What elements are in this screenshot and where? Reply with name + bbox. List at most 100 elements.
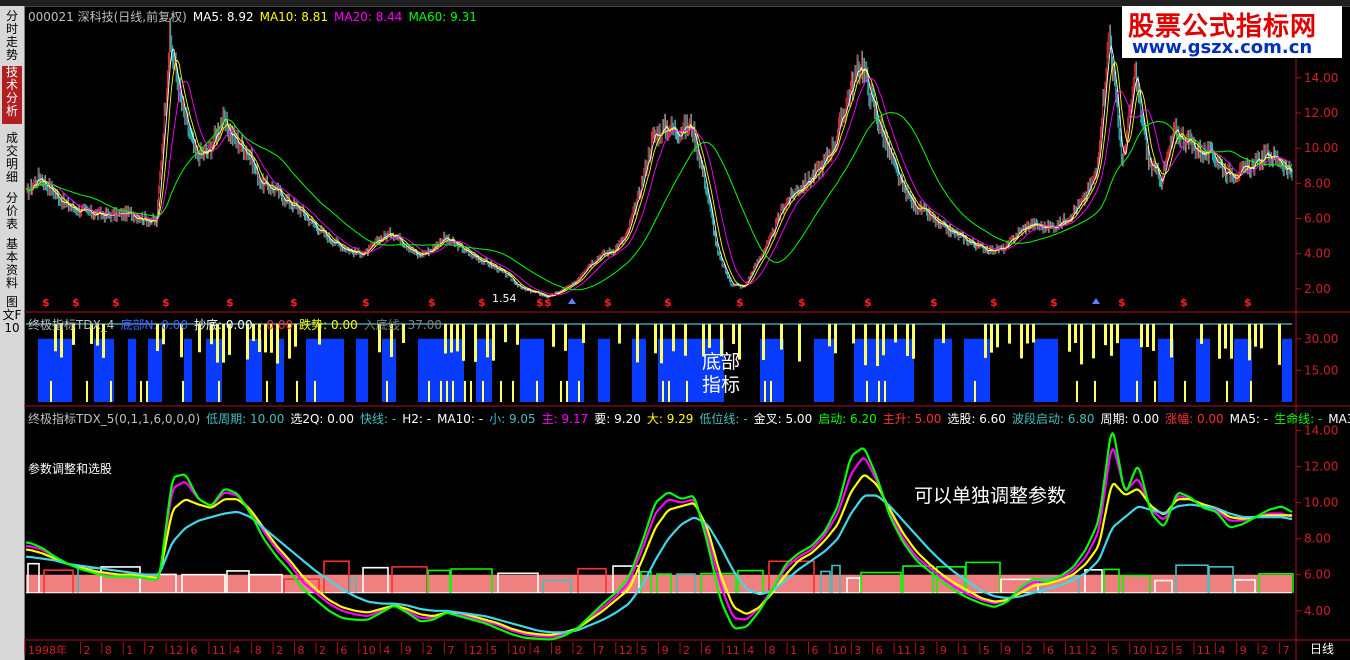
xtick-label-4: 7: [148, 644, 155, 657]
xtick-label-57: 7: [1283, 644, 1290, 657]
mid-header-item-5: 入底线: 37.00: [363, 318, 442, 332]
sidebar-tab-3[interactable]: 分价表: [2, 192, 22, 234]
mid-bottom-bar-3: [148, 338, 162, 402]
mid-bottom-bar-4: [184, 338, 192, 402]
mid-low-tick-1158: [1184, 380, 1186, 402]
low-series-0: [25, 448, 1293, 638]
xtick-label-31: 11: [726, 644, 740, 657]
xtick-label-47: 11: [1068, 644, 1082, 657]
adjust-params-note: 可以单独调整参数: [914, 485, 1067, 507]
signal-marker-3: $: [162, 296, 170, 309]
bottom-indicator-header: 终极指标TDX_4 底部N: 0.00 抄底: 0.00: 0.00 跌势: 0.00…: [28, 316, 448, 333]
ytick-label-p0-5: 12.00: [1304, 106, 1338, 120]
mid-low-tick-744: [770, 380, 772, 402]
mid-top-tick-426: [450, 324, 453, 353]
xtick-label-18: 7: [447, 644, 454, 657]
signal-marker-11: $: [604, 296, 612, 309]
xtick-label-20: 5: [490, 644, 497, 657]
signal-marker-17: $: [990, 296, 998, 309]
mid-low-tick-636: [662, 380, 664, 402]
mid-top-tick-810: [834, 324, 837, 354]
mid-top-tick-1176: [1200, 324, 1203, 344]
xtick-label-36: 10: [833, 644, 847, 657]
mid-top-tick-1050: [1074, 324, 1077, 343]
signal-marker-10: $: [544, 296, 552, 309]
mid-top-tick-1146: [1170, 324, 1173, 358]
xtick-label-38: 6: [876, 644, 883, 657]
mid-low-tick-1200: [1226, 380, 1228, 402]
ytick-label-p0-0: 2.00: [1304, 282, 1331, 296]
xtick-label-52: 5: [1176, 644, 1183, 657]
mid-bottom-bar-24: [1120, 338, 1142, 402]
main-chart-header: 000021 深科技(日线,前复权) MA5: 8.92 MA10: 8.81 MA2…: [28, 8, 483, 25]
mid-low-tick-852: [878, 380, 880, 402]
signal-marker-18: $: [1050, 296, 1058, 309]
mid-top-tick-1056: [1080, 324, 1083, 365]
watermark-url: www.gszx.com.cn: [1132, 37, 1313, 58]
mid-top-tick-1086: [1110, 324, 1113, 356]
mid-low-tick-738: [764, 380, 766, 402]
mid-top-tick-492: [516, 324, 519, 345]
xtick-label-10: 2: [276, 644, 283, 657]
mid-bottom-bar-10: [382, 338, 396, 402]
mid-top-tick-1080: [1104, 324, 1107, 346]
main-series-MA10: [25, 59, 1293, 297]
sidebar-tab-0[interactable]: 分时走势: [2, 10, 22, 62]
main-header-item-1: MA5: 8.92: [192, 10, 254, 24]
ytick-label-p2-0: 4.00: [1304, 604, 1331, 618]
main-header-item-0: 000021 深科技(日线,前复权): [28, 10, 187, 24]
main-header-item-2: MA10: 8.81: [259, 10, 329, 24]
mid-top-tick-774: [798, 324, 801, 362]
mid-low-tick-540: [566, 380, 568, 402]
sidebar-tab-2[interactable]: 成交明细: [2, 132, 22, 188]
sidebar-tab-5[interactable]: 图文F10: [2, 296, 22, 352]
mid-bottom-bar-13: [520, 338, 544, 402]
xtick-label-16: 9: [405, 644, 412, 657]
main-header-item-4: MA60: 9.31: [408, 10, 477, 24]
selection-indicator-header: 终极指标TDX_5(0,1,1,6,0,0,0) 低周期: 10.00 选2Q: 0…: [28, 410, 1350, 427]
mid-top-tick-1236: [1260, 324, 1263, 349]
xtick-label-49: 5: [1111, 644, 1118, 657]
mid-low-tick-474: [500, 380, 502, 402]
mid-top-tick-708: [732, 324, 735, 344]
mid-top-tick-996: [1020, 324, 1023, 359]
xtick-label-42: 1: [961, 644, 968, 657]
xtick-label-46: 6: [1047, 644, 1054, 657]
xtick-label-34: 1: [790, 644, 797, 657]
mid-top-tick-960: [984, 324, 987, 358]
low-header-item-7: 主: 9.17: [541, 412, 589, 426]
period-label[interactable]: 日线: [1310, 640, 1334, 657]
ytick-label-p0-1: 4.00: [1304, 247, 1331, 261]
sidebar-tab-1[interactable]: 技术分析: [2, 66, 22, 124]
xtick-label-51: 12: [1154, 644, 1168, 657]
main-header-item-3: MA20: 8.44: [334, 10, 403, 24]
mid-low-tick-642: [668, 380, 670, 402]
mid-top-tick-1128: [1152, 324, 1155, 351]
xtick-label-30: 6: [704, 644, 711, 657]
mid-top-tick-648: [672, 324, 675, 352]
mid-top-tick-870: [894, 324, 897, 343]
mid-low-tick-840: [866, 380, 868, 402]
mid-low-tick-414: [440, 380, 442, 402]
low-header-item-4: H2: -: [402, 412, 432, 426]
mid-top-tick-852: [876, 324, 879, 367]
xtick-label-39: 11: [897, 644, 911, 657]
mid-top-tick-1200: [1224, 324, 1227, 349]
xtick-label-35: 6: [811, 644, 818, 657]
mid-top-tick-540: [564, 324, 567, 351]
mid-top-tick-1206: [1230, 324, 1233, 359]
min-price-label: 1.54: [492, 292, 517, 305]
mid-top-tick-480: [504, 324, 507, 343]
ytick-label-p0-2: 6.00: [1304, 212, 1331, 226]
mid-top-tick-984: [1008, 324, 1011, 344]
mid-low-tick-84: [110, 380, 112, 402]
mid-low-tick-360: [386, 380, 388, 402]
low-header-item-10: 低位线: -: [699, 412, 748, 426]
sidebar-tab-4[interactable]: 基本资料: [2, 238, 22, 290]
xtick-label-37: 3: [854, 644, 861, 657]
low-header-item-5: MA10: -: [437, 412, 484, 426]
low-header-item-14: 选股: 6.60: [947, 412, 1006, 426]
signal-marker-14: $: [798, 296, 806, 309]
signal-marker-4: $: [226, 296, 234, 309]
xtick-label-27: 5: [640, 644, 647, 657]
